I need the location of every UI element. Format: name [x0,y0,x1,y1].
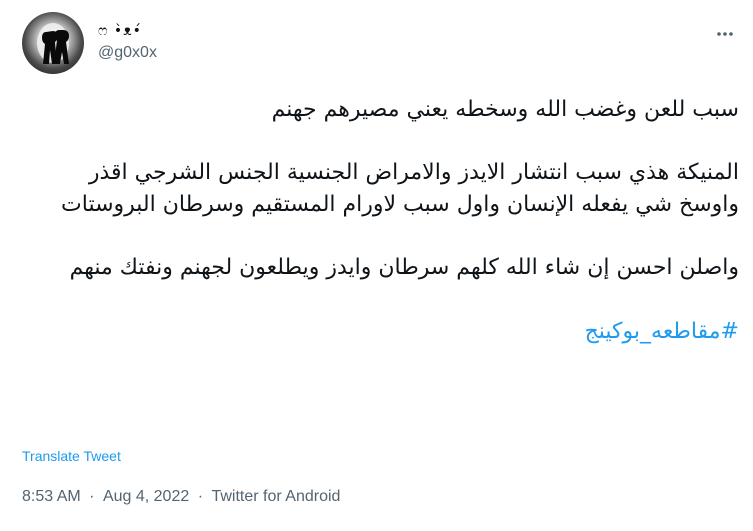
tweet-text: سبب للعن وغضب الله وسخطه يعني مصيرهم جهن… [22,84,739,348]
tweet-paragraph: المنيكة هذي سبب انتشار الايدز والامراض ا… [61,160,739,217]
tweet-time[interactable]: 8:53 AM [22,488,81,505]
more-horizontal-icon[interactable] [713,22,737,46]
meta-separator: · [89,488,95,505]
tweet-paragraph: واصلن احسن إن شاء الله كلهم سرطان وايدز … [69,255,739,280]
user-handle[interactable]: @g0x0x [98,44,157,62]
display-name[interactable]: ෆ •̀ᴥ•́ [98,20,157,42]
hashtag-link[interactable]: #مقاطعه_بوكينج [22,316,739,348]
tweet-source[interactable]: Twitter for Android [211,488,340,505]
translate-tweet-link[interactable]: Translate Tweet [22,448,121,464]
avatar[interactable] [22,12,84,74]
tweet-header: ෆ •̀ᴥ•́ @g0x0x [22,12,737,76]
tweet-meta: 8:53 AM · Aug 4, 2022 · Twitter for Andr… [22,488,340,506]
tweet-paragraph: سبب للعن وغضب الله وسخطه يعني مصيرهم جهن… [271,97,739,122]
meta-separator: · [197,488,204,505]
tweet-date[interactable]: Aug 4, 2022 [103,488,189,505]
avatar-image [37,23,69,64]
